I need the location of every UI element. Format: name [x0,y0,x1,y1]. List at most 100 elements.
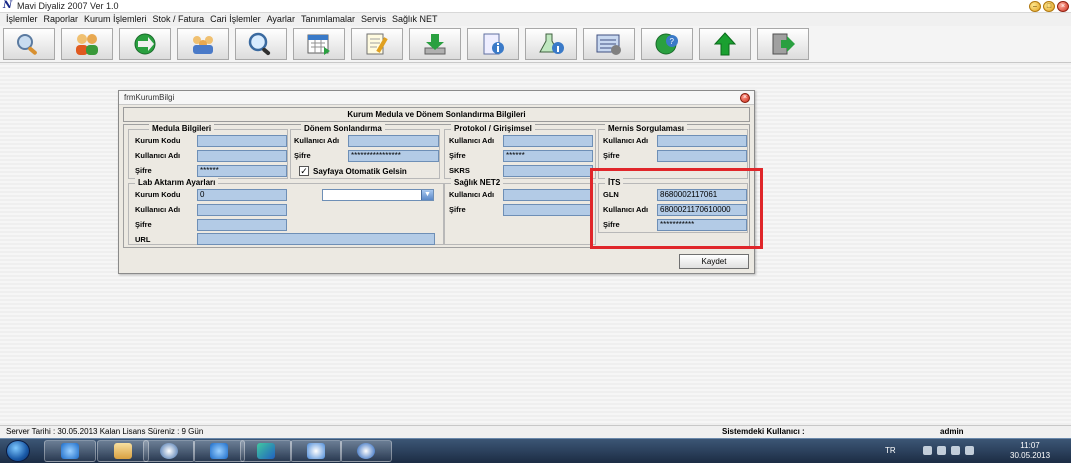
protokol-group: Protokol / Girişimsel Kullanıcı Adı Şifr… [444,124,596,179]
save-button[interactable]: Kaydet [679,254,749,269]
start-button[interactable] [6,440,30,462]
mernis-sifre-input[interactable] [657,150,747,162]
magnifier-icon [248,32,271,56]
download-button[interactable] [409,28,461,60]
skrs-input[interactable] [503,165,593,177]
donem-kullanici-label: Kullanıcı Adı [294,136,340,145]
donem-sifre-input[interactable]: **************** [348,150,439,162]
its-group: İTS GLN 8680002117061 Kullanıcı Adı 6800… [598,178,748,233]
flag-icon[interactable] [923,446,932,455]
mernis-kullanici-label: Kullanıcı Adı [603,136,649,145]
lab-kullanici-input[interactable] [197,204,287,216]
flask-info-button[interactable] [525,28,577,60]
form-header: Kurum Medula ve Dönem Sonlandırma Bilgil… [123,107,750,122]
toolbar: ? [0,26,1071,63]
menu-stok-fatura[interactable]: Stok / Fatura [151,13,209,26]
system-user-label: Sistemdeki Kullanıcı : [722,427,805,436]
magnifier-button[interactable] [235,28,287,60]
medical-icon [307,443,325,459]
globe-arrow-button[interactable] [119,28,171,60]
explorer-icon [114,443,132,459]
saglik-net2-kullanici-input[interactable] [503,189,593,201]
notepad-pen-button[interactable] [351,28,403,60]
medula-kullanici-label: Kullanıcı Adı [135,151,181,160]
menu-raporlar[interactable]: Raporlar [42,13,83,26]
menu-saglik-net[interactable]: Sağlık NET [390,13,442,26]
menu-servis[interactable]: Servis [359,13,390,26]
taskbar-medical[interactable] [290,440,342,462]
settings-panel: Medula Bilgileri Kurum Kodu Kullanıcı Ad… [123,124,750,248]
clock[interactable]: 11:07 30.05.2013 [1010,441,1050,461]
taskbar-ie-2[interactable] [193,440,245,462]
app-grid-icon [257,443,275,459]
its-kullanici-input[interactable]: 6800021170610000 [657,204,747,216]
menu-tanimlamalar[interactable]: Tanımlamalar [299,13,359,26]
patients-button[interactable] [61,28,113,60]
users-group-button[interactable] [177,28,229,60]
form-close-button[interactable]: × [740,93,750,103]
taskbar: TR 11:07 30.05.2013 [0,438,1071,463]
menu-bar: İşlemler Raporlar Kurum İşlemleri Stok /… [0,13,1071,26]
ie-icon [61,443,79,459]
form-titlebar: frmKurumBilgi × [119,91,754,105]
saglik-net2-group: Sağlık NET2 Kullanıcı Adı Şifre [444,178,596,245]
search-people-button[interactable] [3,28,55,60]
chevron-down-icon[interactable]: ▼ [421,190,433,200]
medula-sifre-label: Şifre [135,166,152,175]
medula-kurum-kodu-input[interactable] [197,135,287,147]
protokol-sifre-input[interactable]: ****** [503,150,593,162]
lab-legend: Lab Aktarım Ayarları [135,178,219,187]
config-panel-button[interactable] [583,28,635,60]
close-button[interactable]: × [1057,1,1069,12]
medula-kullanici-input[interactable] [197,150,287,162]
donem-kullanici-input[interactable] [348,135,439,147]
saglik-net2-sifre-input[interactable] [503,204,593,216]
mernis-group: Mernis Sorgulaması Kullanıcı Adı Şifre [598,124,748,179]
taskbar-explorer[interactable] [97,440,149,462]
help-globe-icon: ? [655,33,678,55]
mernis-legend: Mernis Sorgulaması [605,124,688,133]
lab-select[interactable]: ▼ [322,189,434,201]
app-logo-icon: N [3,0,13,11]
system-user-value: admin [940,427,964,436]
its-gln-input[interactable]: 8680002117061 [657,189,747,201]
exit-door-icon [772,33,795,55]
medula-legend: Medula Bilgileri [149,124,215,133]
language-indicator[interactable]: TR [885,446,896,455]
taskbar-app[interactable] [240,440,292,462]
mernis-kullanici-input[interactable] [657,135,747,147]
lab-kurum-kodu-input[interactable]: 0 [197,189,287,201]
network-icon[interactable] [937,446,946,455]
saglik-net2-legend: Sağlık NET2 [451,178,504,187]
status-bar: Server Tarihi : 30.05.2013 Kalan Lisans … [0,425,1071,438]
lab-sifre-input[interactable] [197,219,287,231]
donem-sifre-label: Şifre [294,151,311,160]
lab-group: Lab Aktarım Ayarları Kurum Kodu 0 ▼ Kull… [128,178,444,245]
menu-islemler[interactable]: İşlemler [4,13,42,26]
lab-url-input[interactable] [197,233,435,245]
taskbar-media[interactable] [143,440,195,462]
maximize-button[interactable]: □ [1043,1,1055,12]
system-tray [923,446,974,455]
volume-icon[interactable] [965,446,974,455]
menu-kurum-islemleri[interactable]: Kurum İşlemleri [82,13,151,26]
auto-open-checkbox[interactable]: ✓ [299,166,309,176]
help-globe-button[interactable]: ? [641,28,693,60]
flask-info-icon [539,33,564,54]
its-sifre-input[interactable]: *********** [657,219,747,231]
protokol-kullanici-input[interactable] [503,135,593,147]
taskbar-ie[interactable] [44,440,96,462]
signal-icon[interactable] [951,446,960,455]
kurum-bilgi-window: frmKurumBilgi × Kurum Medula ve Dönem So… [118,90,755,274]
search-people-icon [17,34,37,55]
medula-sifre-input[interactable]: ****** [197,165,287,177]
minimize-button[interactable]: – [1029,1,1041,12]
document-info-button[interactable] [467,28,519,60]
skrs-label: SKRS [449,166,470,175]
taskbar-teamviewer[interactable] [340,440,392,462]
menu-ayarlar[interactable]: Ayarlar [265,13,299,26]
exit-door-button[interactable] [757,28,809,60]
calendar-sheet-button[interactable] [293,28,345,60]
menu-cari-islemler[interactable]: Cari İşlemler [208,13,265,26]
up-arrow-button[interactable] [699,28,751,60]
